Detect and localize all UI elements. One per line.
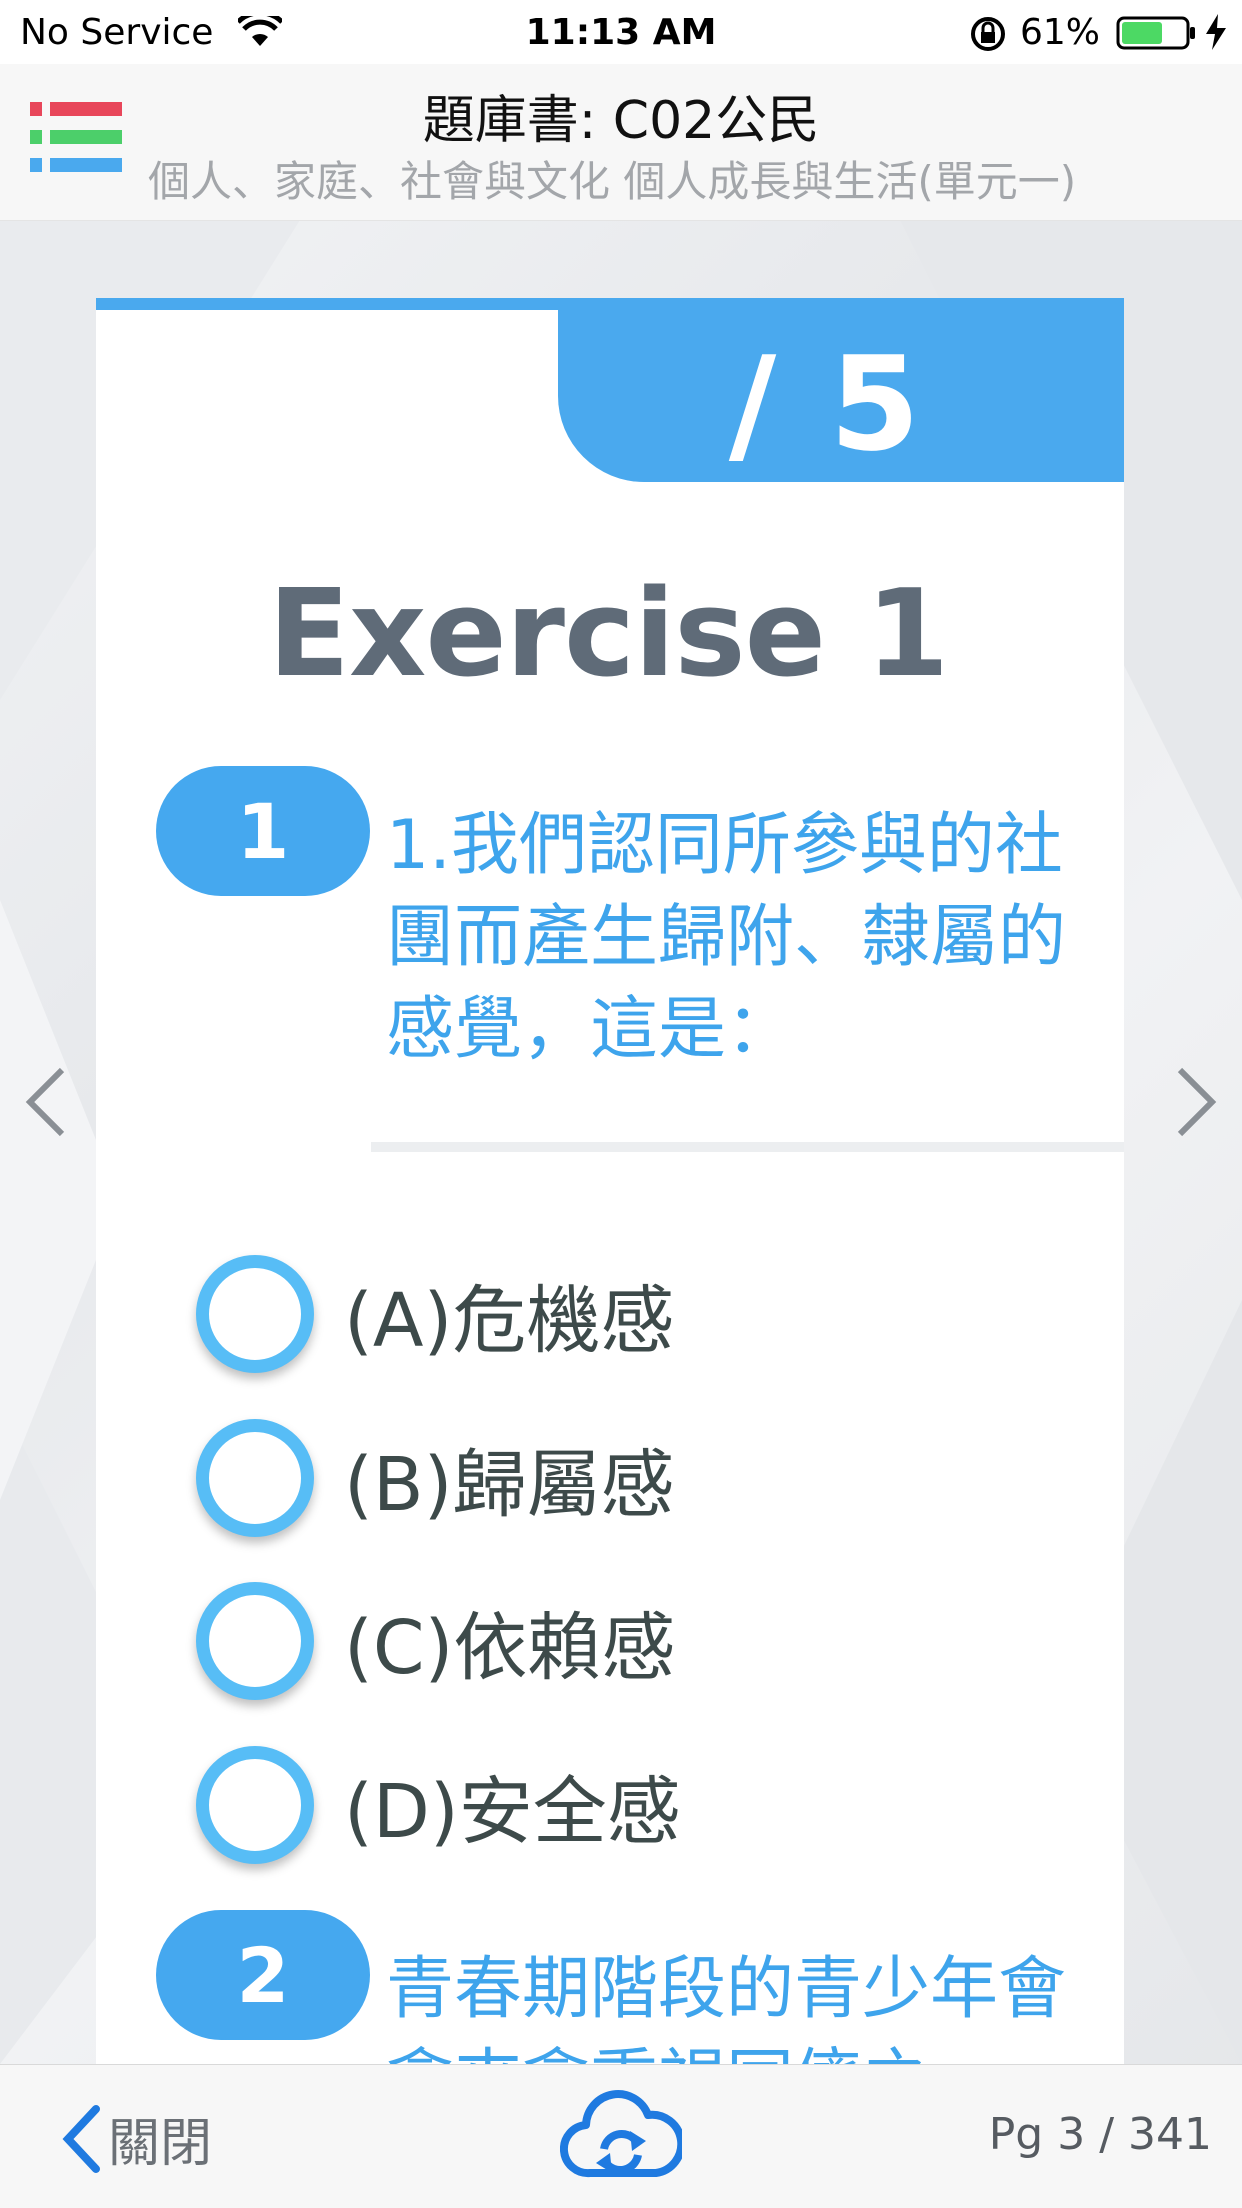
chevron-left-icon bbox=[62, 2104, 100, 2173]
question-text: 1.我們認同所參與的社團而產生歸附、隸屬的感覺，這是： bbox=[386, 806, 1067, 1069]
question-divider bbox=[371, 1142, 1124, 1152]
option-a[interactable]: (A)危機感 bbox=[196, 1254, 674, 1374]
cloud-sync-icon bbox=[559, 2090, 686, 2178]
radio-button[interactable] bbox=[196, 1255, 314, 1373]
battery-icon bbox=[1116, 16, 1196, 54]
close-button[interactable]: 關閉 bbox=[62, 2101, 212, 2176]
question-number-badge: 1 bbox=[156, 766, 370, 896]
option-label: (C)依賴感 bbox=[344, 1604, 676, 1691]
exercise-title: Exercise 1 bbox=[268, 565, 949, 704]
battery-percentage: 61% bbox=[1019, 12, 1100, 53]
radio-button[interactable] bbox=[196, 1582, 314, 1700]
page-count: / 5 bbox=[728, 328, 924, 480]
nav-header: 題庫書: C02公民 個人、家庭、社會與文化 個人成長與生活(單元一) bbox=[0, 64, 1242, 221]
chevron-left-icon bbox=[25, 1067, 65, 1137]
bottom-toolbar: 關閉 Pg 3 / 341 bbox=[0, 2064, 1242, 2208]
question-number-badge: 2 bbox=[156, 1910, 370, 2040]
exercise-card: / 5 Exercise 1 1 1.我們認同所參與的社團而產生歸附、隸屬的感覺… bbox=[96, 298, 1124, 2064]
menu-icon[interactable] bbox=[30, 102, 122, 176]
next-page-button[interactable] bbox=[1172, 1066, 1220, 1142]
option-d[interactable]: (D)安全感 bbox=[196, 1745, 681, 1865]
page-title: 題庫書: C02公民 bbox=[422, 91, 820, 151]
option-c[interactable]: (C)依賴感 bbox=[196, 1581, 675, 1701]
page-subtitle: 個人、家庭、社會與文化 個人成長與生活(單元一) bbox=[148, 157, 1077, 206]
page-indicator: Pg 3 / 341 bbox=[988, 2109, 1212, 2160]
orientation-lock-icon bbox=[968, 14, 1008, 58]
radio-button[interactable] bbox=[196, 1746, 314, 1864]
option-label: (A)危機感 bbox=[344, 1277, 675, 1364]
chevron-right-icon bbox=[1177, 1067, 1217, 1137]
option-b[interactable]: (B)歸屬感 bbox=[196, 1418, 675, 1538]
question-text: 青春期階段的青少年會愈來愈重視同儕之 bbox=[386, 1950, 1067, 2064]
radio-button[interactable] bbox=[196, 1419, 314, 1537]
status-bar: No Service 11:13 AM 61% bbox=[0, 0, 1242, 64]
app-screen: No Service 11:13 AM 61% 題庫書: C02公民 個人、家庭… bbox=[0, 0, 1242, 2208]
page-count-tab: / 5 bbox=[558, 310, 1124, 482]
option-label: (B)歸屬感 bbox=[344, 1441, 675, 1528]
sync-button[interactable] bbox=[559, 2085, 686, 2193]
option-label: (D)安全感 bbox=[344, 1768, 681, 1855]
close-label: 關閉 bbox=[108, 2114, 213, 2174]
charging-icon bbox=[1204, 14, 1228, 54]
prev-page-button[interactable] bbox=[22, 1066, 70, 1142]
